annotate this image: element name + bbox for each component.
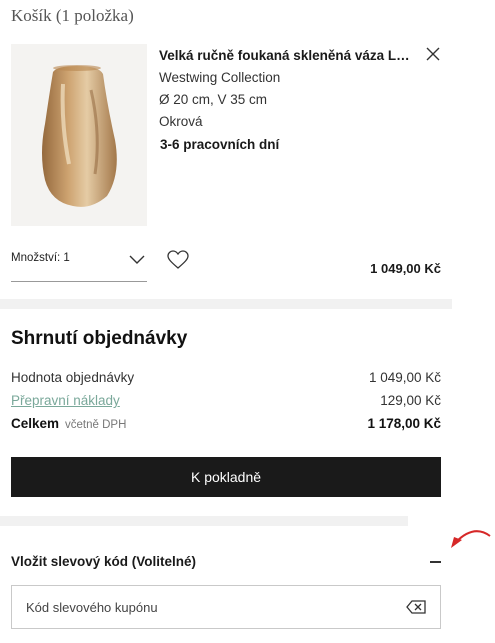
coupon-toggle-label: Vložit slevový kód (Volitelné) — [11, 554, 197, 569]
backspace-clear-icon[interactable] — [406, 600, 426, 619]
coupon-toggle[interactable]: Vložit slevový kód (Volitelné) — [11, 550, 441, 574]
close-icon[interactable] — [424, 45, 442, 63]
quantity-select[interactable]: Množství: 1 — [11, 242, 147, 282]
total-label-row: Celkem včetně DPH — [11, 416, 126, 431]
chevron-down-icon — [129, 252, 145, 270]
shipping-link[interactable]: Přepravní náklady — [11, 393, 120, 408]
line-item-price: 1 049,00 Kč — [370, 261, 441, 276]
total-vat-note: včetně DPH — [65, 419, 127, 431]
cart-title: Košík (1 položka) — [11, 6, 134, 25]
order-value-label: Hodnota objednávky — [11, 370, 135, 385]
vase-illustration — [42, 65, 117, 207]
product-color: Okrová — [159, 114, 203, 129]
order-value: 1 049,00 Kč — [368, 370, 441, 385]
summary-title: Shrnutí objednávky — [11, 328, 188, 349]
heart-icon[interactable] — [167, 250, 189, 275]
minus-icon — [430, 561, 441, 563]
product-name[interactable]: Velká ručně foukaná skleněná váza Lu... — [159, 48, 415, 63]
product-brand: Westwing Collection — [159, 70, 281, 85]
total-value: 1 178,00 Kč — [367, 416, 441, 431]
coupon-field[interactable] — [11, 585, 441, 629]
section-divider — [0, 516, 408, 526]
product-image[interactable] — [11, 44, 147, 226]
product-dimensions: Ø 20 cm, V 35 cm — [159, 92, 268, 107]
checkout-button[interactable]: K pokladně — [11, 457, 441, 497]
annotation-arrow-icon — [448, 524, 492, 557]
shipping-link-text[interactable]: Přepravní náklady — [11, 393, 120, 408]
coupon-input[interactable] — [12, 586, 392, 628]
shipping-value: 129,00 Kč — [380, 393, 441, 408]
delivery-time: 3-6 pracovních dní — [160, 137, 280, 152]
total-label: Celkem — [11, 416, 60, 431]
quantity-label: Množství: 1 — [11, 252, 70, 264]
section-divider — [0, 299, 452, 309]
